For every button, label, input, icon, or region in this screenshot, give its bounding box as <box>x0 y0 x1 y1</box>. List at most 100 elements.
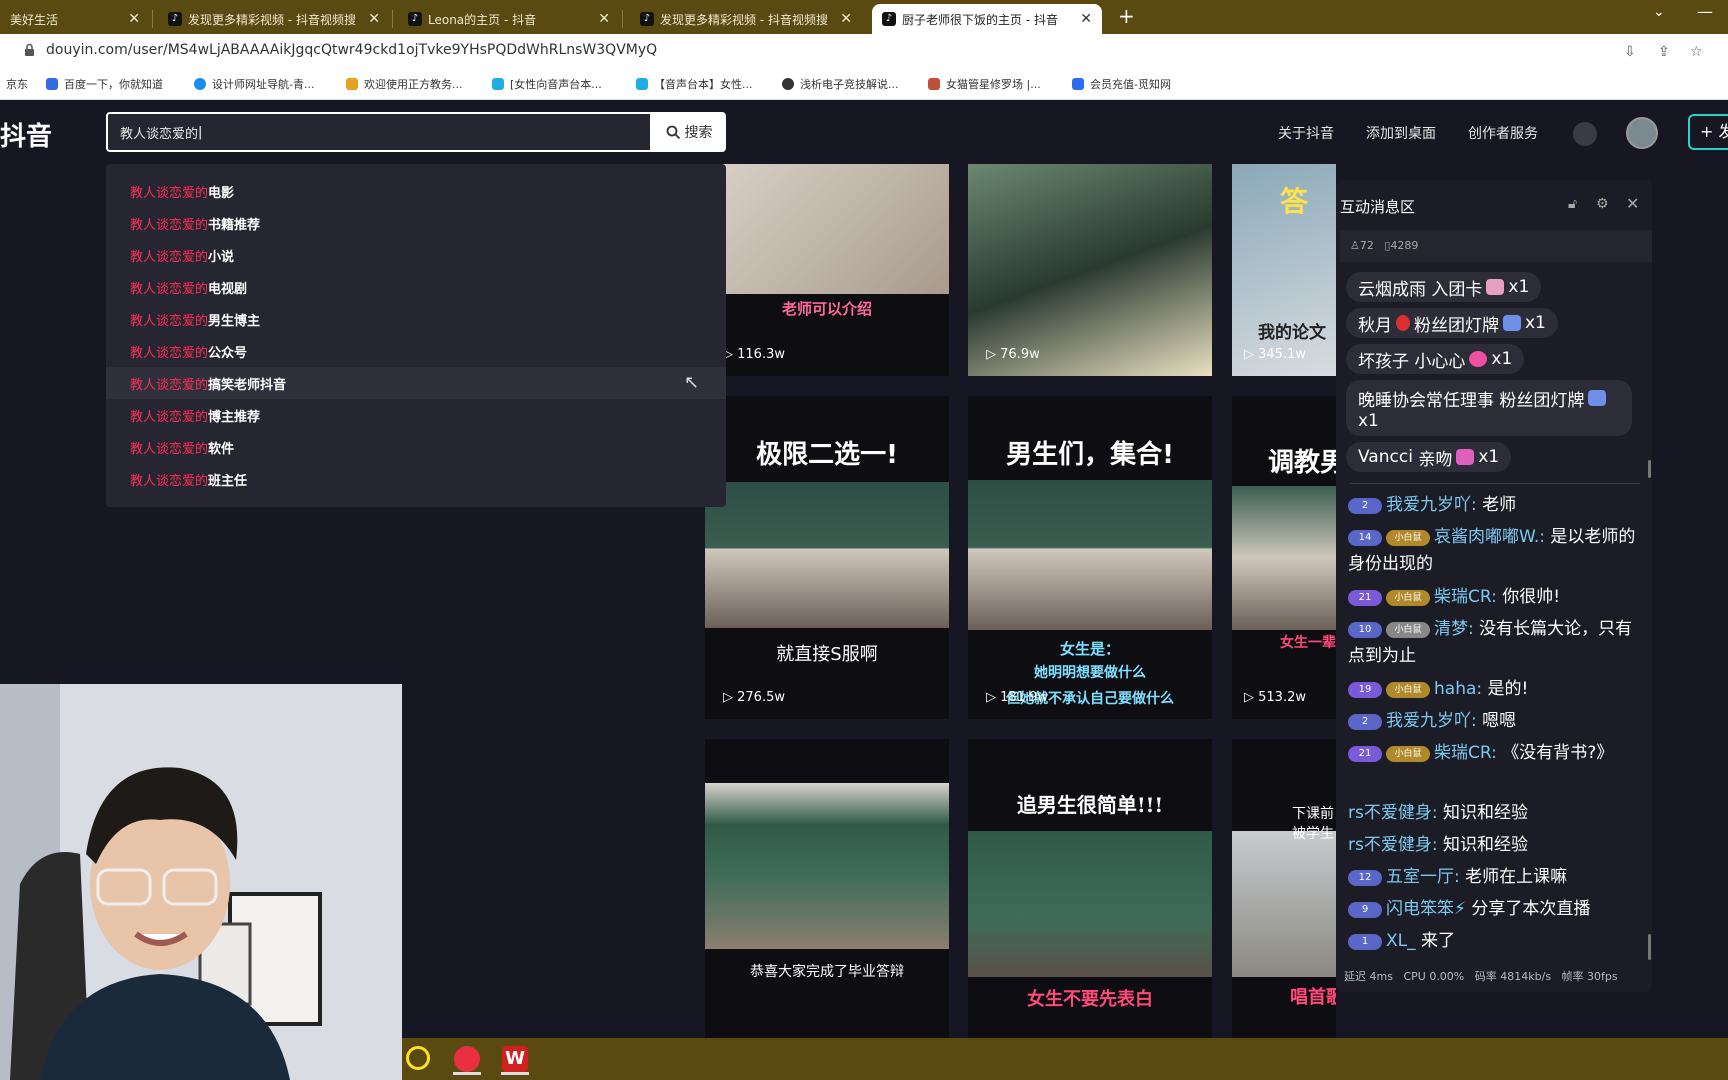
close-icon[interactable]: ✕ <box>1080 11 1092 27</box>
video-card[interactable]: 老师可以介绍 ▷ 116.3w <box>705 164 949 376</box>
bookmark-item[interactable]: 【音声台本】女性... <box>636 76 753 92</box>
video-caption: 老师可以介绍 <box>781 300 872 318</box>
close-icon[interactable]: ✕ <box>128 11 140 27</box>
chat-scrollbar[interactable] <box>1648 934 1651 960</box>
nav-creator-service[interactable]: 创作者服务 <box>1468 123 1538 143</box>
tiktok-icon: ♪ <box>408 12 422 26</box>
nav-add-desktop[interactable]: 添加到桌面 <box>1366 123 1436 143</box>
browser-tab-active[interactable]: ♪ 厨子老师很下饭的主页 - 抖音 ✕ <box>872 4 1102 34</box>
video-card[interactable]: 调教男 女生一辈 ▷ 513.2w <box>1232 396 1336 719</box>
webcam-overlay <box>0 684 402 1080</box>
bookmark-item[interactable]: 欢迎使用正方教务... <box>346 76 463 92</box>
minimize-icon[interactable]: — <box>1697 2 1713 21</box>
suggestion-label: 软件 <box>208 441 235 457</box>
baidu-icon <box>46 78 58 90</box>
video-headline: 男生们，集合! <box>1006 440 1174 470</box>
bookmark-item[interactable]: 浅析电子竞技解说... <box>782 76 899 92</box>
chat-divider <box>1350 483 1640 484</box>
record-app-icon[interactable] <box>454 1046 480 1072</box>
search-input-value: 教人谈恋爱的 <box>120 126 199 142</box>
tab-label: 发现更多精彩视频 - 抖音视频搜 <box>188 12 356 27</box>
gear-icon[interactable]: ⚙ <box>1596 196 1609 212</box>
video-card[interactable]: 男生们，集合! 女生是： 她明明想要做什么 但她就不承认自己要做什么 ▷ 181… <box>968 396 1212 719</box>
bookmark-star-icon[interactable]: ☆ <box>1690 44 1706 60</box>
chat-text: 是的! <box>1487 679 1529 699</box>
bookmark-item[interactable]: [女性向音声台本... <box>492 76 602 92</box>
gift-name: 小心心 <box>1414 351 1466 372</box>
close-icon[interactable]: ✕ <box>840 11 852 27</box>
chat-message: 12 五室一厅: 老师在上课嘛 <box>1348 864 1646 891</box>
url-field[interactable]: douyin.com/user/MS4wLjABAAAAikJgqcQtwr49… <box>46 42 657 58</box>
gift-user: 坏孩子 <box>1358 351 1409 372</box>
bookmark-item[interactable]: 设计师网址导航-青... <box>194 76 314 92</box>
fill-search-arrow-icon[interactable]: ↖ <box>684 372 699 393</box>
browser-tab[interactable]: 美好生活 ✕ <box>0 4 150 34</box>
level-badge: 2 <box>1348 498 1382 514</box>
bookmark-label: 百度一下，你就知道 <box>64 78 163 91</box>
suggestion-item[interactable]: 教人谈恋爱的 公众号 <box>106 335 726 367</box>
share-icon[interactable]: ⇪ <box>1658 44 1674 60</box>
tiktok-icon: ♪ <box>640 12 654 26</box>
message-icon[interactable] <box>1573 122 1597 146</box>
suggestion-prefix: 教人谈恋爱的 <box>130 217 209 233</box>
taskbar-active-indicator <box>501 1072 529 1075</box>
browser-tab[interactable]: ♪ Leona的主页 - 抖音 ✕ <box>398 4 620 34</box>
video-card[interactable]: 答 我的论文 ▷ 345.1w <box>1232 164 1336 376</box>
wps-icon[interactable]: W <box>502 1046 528 1072</box>
app-circle-icon[interactable] <box>406 1046 430 1070</box>
bookmark-item[interactable]: 会员充值-觅知网 <box>1072 76 1171 92</box>
search-input[interactable]: 教人谈恋爱的 | <box>106 112 652 152</box>
suggestion-item[interactable]: 教人谈恋爱的 电影 <box>106 175 726 207</box>
suggestion-item[interactable]: 教人谈恋爱的 书籍推荐 <box>106 207 726 239</box>
chat-message: 19 小白鼠 haha: 是的! <box>1348 676 1646 703</box>
video-card[interactable]: ▷ 76.9w <box>968 164 1212 376</box>
suggestion-item[interactable]: 教人谈恋爱的 小说 <box>106 239 726 271</box>
suggestion-item[interactable]: 教人谈恋爱的 男生博主 <box>106 303 726 335</box>
bookmark-item[interactable]: 京东 <box>6 76 28 92</box>
install-app-icon[interactable]: ⇩ <box>1624 44 1640 60</box>
video-caption: 女生不要先表白 <box>1027 989 1153 1010</box>
close-icon[interactable]: ✕ <box>368 11 380 27</box>
close-icon[interactable]: ✕ <box>598 11 610 27</box>
video-card[interactable]: 极限二选一! 就直接S服啊 ▷ 276.5w <box>705 396 949 719</box>
chat-user: rs不爱健身: <box>1348 835 1438 855</box>
bookmark-item[interactable]: 女猫管星修罗场 |... <box>928 76 1041 92</box>
gift-user: 晚睡协会常任理事 <box>1358 390 1494 411</box>
chat-user: haha: <box>1434 679 1483 699</box>
suggestion-item[interactable]: 教人谈恋爱的 软件 <box>106 431 726 463</box>
suggestion-item[interactable]: 教人谈恋爱的 博主推荐 <box>106 399 726 431</box>
user-avatar[interactable] <box>1626 117 1658 149</box>
douyin-logo[interactable]: 抖音 <box>0 116 52 153</box>
suggestion-item[interactable]: 教人谈恋爱的 电视剧 <box>106 271 726 303</box>
search-button[interactable]: 搜索 <box>652 112 726 152</box>
suggestion-item-hover[interactable]: 教人谈恋爱的 搞笑老师抖音 <box>106 367 726 399</box>
chat-text: 分享了本次直播 <box>1471 899 1591 919</box>
video-card[interactable]: 追男生很简单!!! 女生不要先表白 <box>968 739 1212 1038</box>
close-icon[interactable]: ✕ <box>1626 194 1639 213</box>
site-icon <box>194 78 206 90</box>
nav-about[interactable]: 关于抖音 <box>1278 123 1334 143</box>
bookmark-item[interactable]: 百度一下，你就知道 <box>46 76 163 92</box>
tab-list-chevron-down-icon[interactable]: ⌄ <box>1653 4 1665 20</box>
bookmark-label: 京东 <box>6 78 28 91</box>
suggestion-item[interactable]: 教人谈恋爱的 班主任 <box>106 463 726 495</box>
browser-tab[interactable]: ♪ 发现更多精彩视频 - 抖音视频搜 ✕ <box>630 4 862 34</box>
video-card[interactable]: 恭喜大家完成了毕业答辩 <box>705 739 949 1038</box>
lock-icon[interactable]: 🔓︎ <box>1568 196 1577 212</box>
chat-text: 嗯嗯 <box>1482 711 1517 731</box>
chat-user: rs不爱健身: <box>1348 803 1438 823</box>
new-tab-plus-icon[interactable]: + <box>1118 4 1135 28</box>
publish-button[interactable]: + 发 <box>1688 114 1728 150</box>
chat-scrollbar[interactable] <box>1648 460 1651 478</box>
heart-gift-icon <box>1469 351 1488 367</box>
suggestion-prefix: 教人谈恋爱的 <box>130 281 209 297</box>
chat-text: 《没有背书?》 <box>1502 743 1614 763</box>
video-card[interactable]: 下课前被学生 唱首歌吧老师 <box>1232 739 1336 1038</box>
suggestion-prefix: 教人谈恋爱的 <box>130 409 209 425</box>
chat-user: 柴瑞CR: <box>1434 587 1497 607</box>
suggestion-label: 博主推荐 <box>208 409 261 425</box>
play-count-value: 181.9w <box>1000 690 1048 705</box>
fan-badge: 小白鼠 <box>1386 590 1430 606</box>
browser-tab[interactable]: ♪ 发现更多精彩视频 - 抖音视频搜 ✕ <box>158 4 390 34</box>
search-icon <box>666 125 680 139</box>
